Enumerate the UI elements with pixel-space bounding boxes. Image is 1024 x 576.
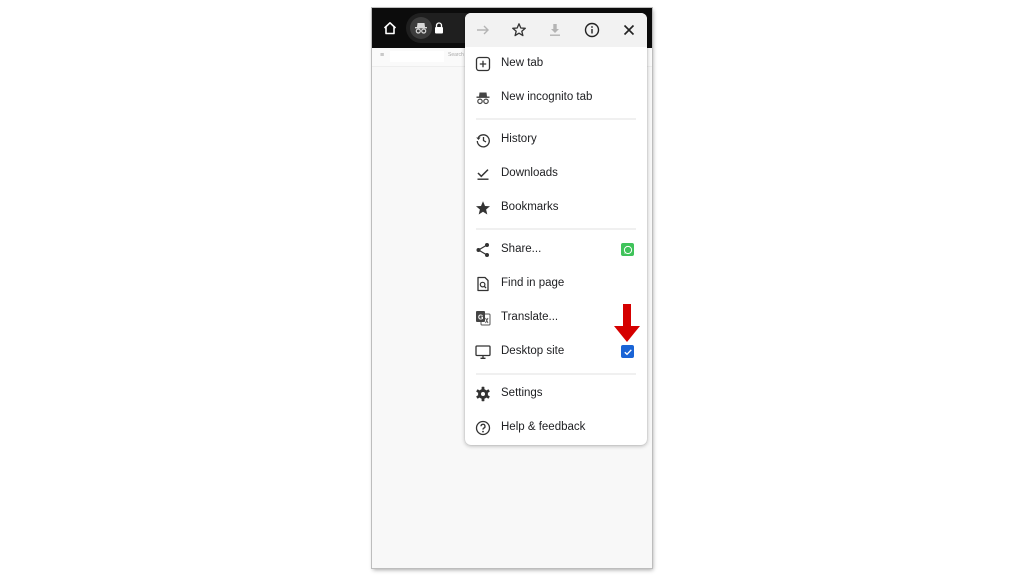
- whatsapp-icon: [623, 245, 632, 254]
- menu-item-find-in-page[interactable]: Find in page: [465, 269, 647, 299]
- download-icon: [550, 24, 560, 36]
- svg-text:G: G: [478, 315, 484, 322]
- help-icon: [475, 420, 491, 436]
- menu-item-new-incognito-tab[interactable]: New incognito tab: [465, 83, 647, 113]
- desktop-site-checkbox[interactable]: [621, 345, 634, 358]
- menu-item-new-tab[interactable]: New tab: [465, 49, 647, 79]
- menu-item-share[interactable]: Share...: [465, 235, 647, 265]
- menu-item-label: Bookmarks: [501, 201, 559, 213]
- menu-item-label: History: [501, 133, 537, 145]
- arrow-right-icon: [477, 25, 489, 35]
- page-search-input[interactable]: [390, 51, 444, 62]
- page-info-button[interactable]: [582, 20, 602, 40]
- downloads-icon: [477, 169, 489, 180]
- menu-item-label: Settings: [501, 387, 543, 399]
- menu-item-label: Help & feedback: [501, 421, 586, 433]
- menu-item-label: Find in page: [501, 277, 565, 289]
- menu-item-downloads[interactable]: Downloads: [465, 159, 647, 189]
- home-icon[interactable]: [382, 20, 398, 36]
- translate-icon: G: [476, 311, 491, 326]
- new-tab-icon: [475, 56, 491, 72]
- star-icon: [476, 201, 490, 215]
- menu-item-history[interactable]: History: [465, 125, 647, 155]
- menu-item-settings[interactable]: Settings: [465, 379, 647, 409]
- menu-divider: [476, 228, 636, 230]
- star-outline-icon: [512, 23, 526, 37]
- whatsapp-share-button[interactable]: [621, 243, 634, 256]
- page-search-button[interactable]: Search: [448, 52, 464, 58]
- menu-divider: [476, 118, 636, 120]
- close-icon: [623, 24, 635, 36]
- incognito-badge: [410, 17, 432, 39]
- browser-overflow-menu: New tab New incognito tab History Downlo…: [465, 13, 647, 445]
- find-in-page-icon: [477, 276, 489, 292]
- menu-divider: [476, 373, 636, 375]
- incognito-icon: [415, 23, 427, 34]
- history-icon: [476, 134, 490, 148]
- menu-item-label: New incognito tab: [501, 91, 593, 103]
- menu-item-help-feedback[interactable]: Help & feedback: [465, 413, 647, 443]
- forward-button[interactable]: [473, 20, 493, 40]
- red-arrow-down-icon: [614, 304, 640, 342]
- menu-item-label: Downloads: [501, 167, 558, 179]
- info-icon: [584, 22, 600, 38]
- menu-item-label: Desktop site: [501, 345, 565, 357]
- monitor-icon: [475, 345, 491, 359]
- lock-icon: [435, 22, 443, 34]
- download-page-button[interactable]: [545, 20, 565, 40]
- incognito-icon: [476, 92, 490, 105]
- menu-item-label: Translate...: [501, 311, 559, 323]
- bookmark-button[interactable]: [509, 20, 529, 40]
- menu-toolbar: [465, 13, 647, 47]
- checkmark-icon: [623, 348, 632, 355]
- share-icon: [476, 243, 489, 257]
- gear-icon: [476, 386, 490, 402]
- close-button[interactable]: [619, 20, 639, 40]
- page-menu-icon[interactable]: ≡: [380, 52, 384, 59]
- menu-item-bookmarks[interactable]: Bookmarks: [465, 193, 647, 223]
- menu-item-label: Share...: [501, 243, 542, 255]
- menu-item-label: New tab: [501, 57, 544, 69]
